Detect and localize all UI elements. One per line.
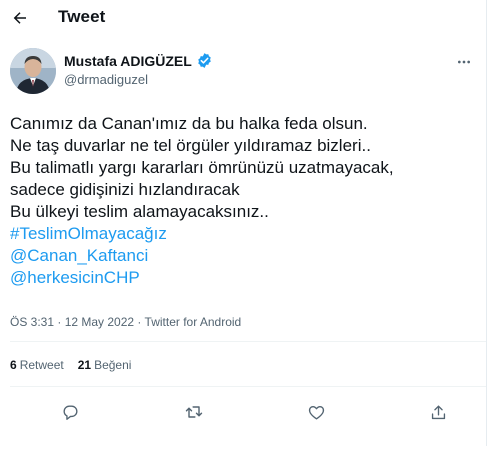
likes-stat[interactable]: 21 Beğeni: [78, 358, 132, 372]
tweet-meta[interactable]: ÖS 3:31 · 12 May 2022 · Twitter for Andr…: [10, 315, 241, 329]
reply-button[interactable]: [56, 398, 84, 426]
tweet-page: Tweet Mustafa ADIGÜZEL @drmadiguzel Canı…: [0, 0, 487, 446]
like-button[interactable]: [302, 398, 330, 426]
share-button[interactable]: [424, 398, 452, 426]
retweets-stat[interactable]: 6 Retweet: [10, 358, 64, 372]
heart-icon: [308, 405, 324, 420]
author-name-row: Mustafa ADIGÜZEL: [64, 52, 213, 69]
tweet-line: Bu talimatlı yargı kararları ömrünüzü uz…: [10, 158, 394, 177]
hashtag-link[interactable]: #TeslimOlmayacağız: [10, 224, 167, 243]
mention-link[interactable]: @Canan_Kaftanci: [10, 246, 148, 265]
mention-link[interactable]: @herkesicinCHP: [10, 268, 140, 287]
tweet-text: Canımız da Canan'ımız da bu halka feda o…: [10, 113, 480, 289]
arrow-left-icon: [13, 12, 26, 24]
avatar-image: [10, 48, 56, 94]
tweet-line: Bu ülkeyi teslim alamayacaksınız..: [10, 202, 269, 221]
retweet-button[interactable]: [180, 398, 208, 426]
divider: [10, 386, 486, 387]
retweets-count: 6: [10, 358, 17, 372]
tweet-actions: [0, 398, 486, 426]
author-handle[interactable]: @drmadiguzel: [64, 72, 148, 87]
back-button[interactable]: [8, 6, 32, 30]
author-name[interactable]: Mustafa ADIGÜZEL: [64, 53, 192, 69]
likes-label: Beğeni: [94, 358, 132, 372]
tweet-stats: 6 Retweet 21 Beğeni: [10, 358, 131, 372]
share-icon: [431, 404, 445, 419]
likes-count: 21: [77, 358, 92, 372]
tweet-author: Mustafa ADIGÜZEL @drmadiguzel: [10, 48, 480, 96]
reply-icon: [62, 404, 78, 420]
tweet-line: sadece gidişinizi hızlandıracak: [10, 180, 240, 199]
retweet-icon: [185, 406, 203, 418]
more-button[interactable]: [454, 52, 474, 72]
divider: [10, 341, 486, 342]
avatar[interactable]: [10, 48, 56, 94]
page-title: Tweet: [58, 7, 106, 26]
tweet-line: Ne taş duvarlar ne tel örgüler yıldırama…: [10, 136, 371, 155]
more-dots-icon: [458, 60, 470, 64]
verified-badge-icon: [198, 53, 211, 68]
page-header: Tweet: [0, 0, 486, 36]
tweet-line: Canımız da Canan'ımız da bu halka feda o…: [10, 114, 368, 133]
retweets-label: Retweet: [19, 358, 64, 372]
